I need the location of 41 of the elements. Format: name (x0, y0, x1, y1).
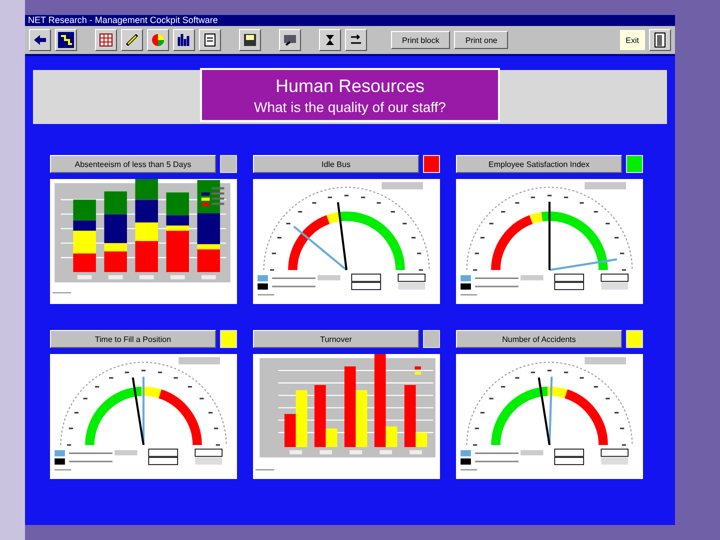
window-title: NET Research - Management Cockpit Software (25, 15, 675, 26)
stairs-icon[interactable] (55, 29, 77, 51)
chart-legend (201, 187, 224, 206)
footnote-line (52, 292, 72, 294)
panel-title-button[interactable]: Time to Fill a Position (50, 330, 216, 348)
bar-segment (135, 179, 158, 200)
doc-icon[interactable] (199, 29, 221, 51)
exit-button[interactable]: Exit (620, 30, 645, 50)
note-icon[interactable] (279, 29, 301, 51)
bars-icon[interactable] (173, 29, 195, 51)
pen-icon[interactable] (121, 29, 143, 51)
axis-label-plate (170, 275, 185, 280)
axis-label-plate (77, 275, 92, 280)
print-button[interactable]: Print one (454, 31, 508, 49)
axis-label-plate (108, 275, 123, 280)
print-button[interactable]: Print block (391, 31, 450, 49)
panel-title-button[interactable]: Turnover (253, 330, 419, 348)
bar-segment (104, 191, 127, 214)
door-icon[interactable] (649, 29, 671, 51)
axis-label-plate (290, 450, 302, 454)
panel-title-button[interactable]: Number of Accidents (456, 330, 622, 348)
bar-segment (73, 253, 96, 272)
chart-legend (414, 366, 421, 375)
axis-label-plate (350, 450, 362, 454)
panel-title-button[interactable]: Employee Satisfaction Index (456, 155, 622, 173)
panel-title-button[interactable]: Absenteeism of less than 5 Days (50, 155, 216, 173)
banner-title: Human Resources (274, 76, 426, 97)
footnote-line (256, 469, 274, 470)
axis-label-plate (139, 275, 154, 280)
pie-icon[interactable] (147, 29, 169, 51)
grid-icon[interactable] (95, 29, 117, 51)
bar-segment (135, 200, 158, 222)
axis-label-plate (410, 450, 422, 454)
panel-title-button[interactable]: Idle Bus (253, 155, 419, 173)
hourglass-icon[interactable] (319, 29, 341, 51)
banner-subtitle: What is the quality of our staff? (253, 99, 447, 115)
bar (356, 390, 368, 448)
axis-label-plate (201, 275, 216, 280)
axis-label-plate (380, 450, 392, 454)
axis-label-plate (320, 450, 332, 454)
swap-icon[interactable] (345, 29, 367, 51)
